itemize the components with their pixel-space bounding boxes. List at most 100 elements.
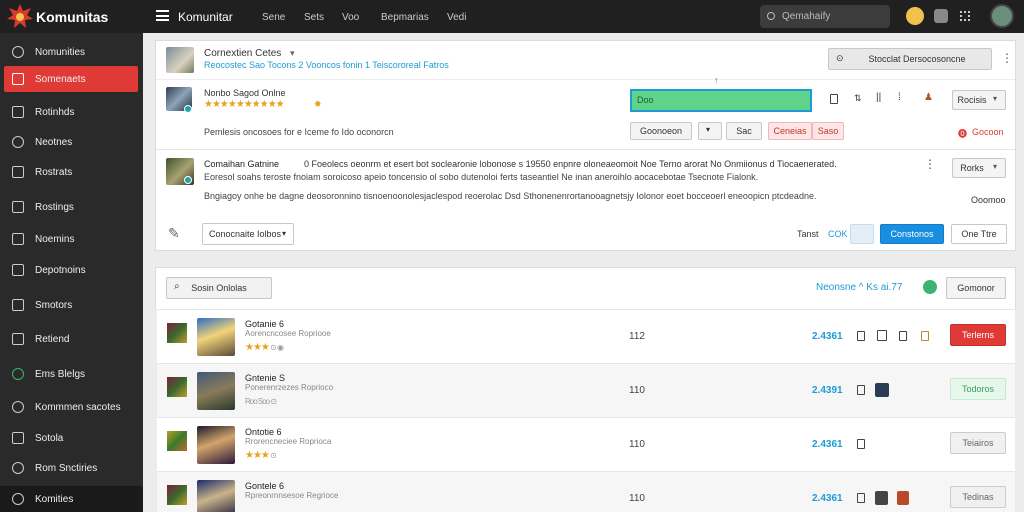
doc-icon[interactable] xyxy=(857,385,865,395)
filter-dropdown[interactable]: Conocnaite Iolbos xyxy=(202,223,294,245)
secondary-button[interactable]: Goonoeon xyxy=(630,122,692,140)
row-action-button[interactable]: Tedinas xyxy=(950,486,1006,508)
table-row[interactable]: Ontotie 6 Rrorencneciee Roprioca ★★★ ⊙ 1… xyxy=(157,417,1015,471)
list-toolbar: Sosin Onlolas ⌕ Neonsne ^ Ks ai.77 Gomon… xyxy=(155,267,1016,309)
search-input[interactable]: Qemahaify xyxy=(760,5,890,28)
secondary-button[interactable]: One Ttre xyxy=(951,224,1007,244)
image-icon[interactable] xyxy=(877,330,887,341)
notification-icon[interactable] xyxy=(934,9,948,23)
copy-icon[interactable] xyxy=(830,94,838,104)
pause-icon[interactable]: || xyxy=(876,92,881,103)
toggle-button[interactable] xyxy=(850,224,874,244)
list-summary-link[interactable]: Neonsne ^ Ks ai.77 xyxy=(816,282,902,293)
sidebar-item-nomunities[interactable]: Nomunities xyxy=(0,39,143,65)
logo-icon[interactable] xyxy=(6,3,34,31)
doc-icon[interactable] xyxy=(899,331,907,341)
menu-icon[interactable] xyxy=(156,10,169,21)
row-thumbnail[interactable] xyxy=(197,372,235,410)
doc-icon[interactable] xyxy=(857,493,865,503)
sidebar-item-noemins[interactable]: Noemins xyxy=(0,226,143,252)
row-action-button[interactable]: Todoros xyxy=(950,378,1006,400)
search-icon: ⌕ xyxy=(174,281,180,292)
sidebar-item-ems-blelgs[interactable]: Ems Blelgs xyxy=(0,361,143,387)
nav-item[interactable]: Voo xyxy=(342,12,359,23)
sidebar-item-sotola[interactable]: Sotola xyxy=(0,425,143,451)
group-thumbnail[interactable] xyxy=(166,47,194,73)
user-avatar[interactable] xyxy=(875,383,889,397)
more-options-icon[interactable]: ⋮ xyxy=(924,157,936,171)
alert-button[interactable]: Ceneias xyxy=(768,122,812,140)
brand-name[interactable]: Komunitas xyxy=(36,9,108,25)
sidebar-item-label: Rotinhds xyxy=(35,107,75,118)
user-avatar[interactable] xyxy=(897,491,909,505)
row-thumbnail[interactable] xyxy=(197,480,235,512)
sidebar-item-label: Nomunities xyxy=(35,47,86,58)
doc-icon[interactable] xyxy=(857,439,865,449)
circle-icon xyxy=(12,401,24,413)
side-link[interactable]: Ooomoo xyxy=(971,195,1006,205)
arrow-icon xyxy=(12,201,24,213)
user-icon[interactable]: ♟ xyxy=(924,92,933,103)
row-subtitle: Rpreonrnnsesoe Regrioce xyxy=(245,491,339,500)
alert-link[interactable]: Gocoon xyxy=(972,127,1004,137)
row-title[interactable]: Gntenie S xyxy=(245,373,285,383)
post-title[interactable]: Comaihan Gatnine xyxy=(204,159,279,169)
table-row[interactable]: Gntenie S Ponerenrzezes Roprioco Roo Soo… xyxy=(157,363,1015,417)
sidebar-item-label: Neotnes xyxy=(35,137,73,148)
sidebar-item-komities[interactable]: Komities xyxy=(0,486,143,512)
post-menu-button[interactable]: Rorks xyxy=(952,158,1006,178)
top-bar: Komunitas Komunitar Sene Sets Voo Bepmar… xyxy=(0,0,1024,33)
profile-avatar[interactable] xyxy=(990,4,1014,28)
header-meta-links[interactable]: Reocostec Sao Tocons 2 Vooncos fonin 1 T… xyxy=(204,60,449,70)
table-row[interactable]: Gotanie 6 Aorencncosee Ropriooe ★★★ ⊙ ◉ … xyxy=(157,309,1015,363)
sidebar-item-somenaets[interactable]: Somenaets xyxy=(4,66,138,92)
row-subtitle: Ponerenrzezes Roprioco xyxy=(245,383,334,392)
sidebar-item-rom-snctiries[interactable]: Rom Snctiries xyxy=(0,455,143,481)
table-row[interactable]: Gontele 6 Rpreonrnnsesoe Regrioce 110 2.… xyxy=(157,471,1015,512)
sidebar-item-depotnoins[interactable]: Depotnoins xyxy=(0,257,143,283)
post-body-line: 0 Foeolecs oeonrm et esert bot soclearon… xyxy=(304,159,837,169)
list-action-button[interactable]: Gomonor xyxy=(946,277,1006,299)
sidebar-item-smotors[interactable]: Smotors xyxy=(0,292,143,318)
nav-item[interactable]: Bepmarias xyxy=(381,12,429,23)
sidebar-item-rostrats[interactable]: Rostrats xyxy=(0,159,143,185)
sidebar-item-kommmen-sacotes[interactable]: Kommmen sacotes xyxy=(0,394,143,420)
nav-item[interactable]: Sene xyxy=(262,12,285,23)
row-title[interactable]: Gotanie 6 xyxy=(245,319,284,329)
sort-icon[interactable]: ⇅ xyxy=(854,93,862,104)
apps-grid-icon[interactable] xyxy=(960,11,970,21)
nav-item[interactable]: Sets xyxy=(304,12,324,23)
comment-input[interactable] xyxy=(630,89,812,112)
alert-secondary-button[interactable]: Saso xyxy=(812,122,844,140)
dropdown-icon xyxy=(12,299,24,311)
nav-item[interactable]: Vedi xyxy=(447,12,466,23)
row-title[interactable]: Gontele 6 xyxy=(245,481,284,491)
sort-button[interactable]: Sac xyxy=(726,122,762,140)
user-avatar[interactable] xyxy=(875,491,888,505)
chevron-down-icon[interactable]: ▾ xyxy=(290,48,295,59)
post-description: Pemlesis oncosoes for e Iceme fo Ido oco… xyxy=(204,127,394,137)
post-menu-button[interactable]: Rocisis xyxy=(952,90,1006,110)
flag-icon[interactable]: ⁞ xyxy=(898,92,901,103)
post-title[interactable]: Nonbo Sagod Onlne xyxy=(204,88,286,98)
row-thumbnail[interactable] xyxy=(197,318,235,356)
sidebar-item-neotnes[interactable]: Neotnes xyxy=(0,129,143,155)
primary-button[interactable]: Constonos xyxy=(880,224,944,244)
copy-icon[interactable] xyxy=(857,331,865,341)
user-avatar[interactable] xyxy=(906,7,924,25)
sidebar-item-rostings[interactable]: Rostings xyxy=(0,194,143,220)
row-action-button[interactable]: Teiairos xyxy=(950,432,1006,454)
sidebar-item-rotinhds[interactable]: Rotinhds xyxy=(0,99,143,125)
row-icon xyxy=(167,485,187,505)
folder-icon xyxy=(12,432,24,444)
edit-pen-icon[interactable]: ✎ xyxy=(168,225,180,242)
sidebar-item-retiend[interactable]: Retiend xyxy=(0,326,143,352)
header-action-button[interactable]: Stocclat Dersocosoncne xyxy=(828,48,992,70)
row-title[interactable]: Ontotie 6 xyxy=(245,427,282,437)
row-thumbnail[interactable] xyxy=(197,426,235,464)
row-action-button[interactable]: Terlerns xyxy=(950,324,1006,346)
copy-icon[interactable] xyxy=(921,331,929,341)
more-options-icon[interactable]: ⋮ xyxy=(1001,51,1013,65)
chevron-down-icon: ▾ xyxy=(993,162,998,171)
list-search-input[interactable]: Sosin Onlolas xyxy=(166,277,272,299)
